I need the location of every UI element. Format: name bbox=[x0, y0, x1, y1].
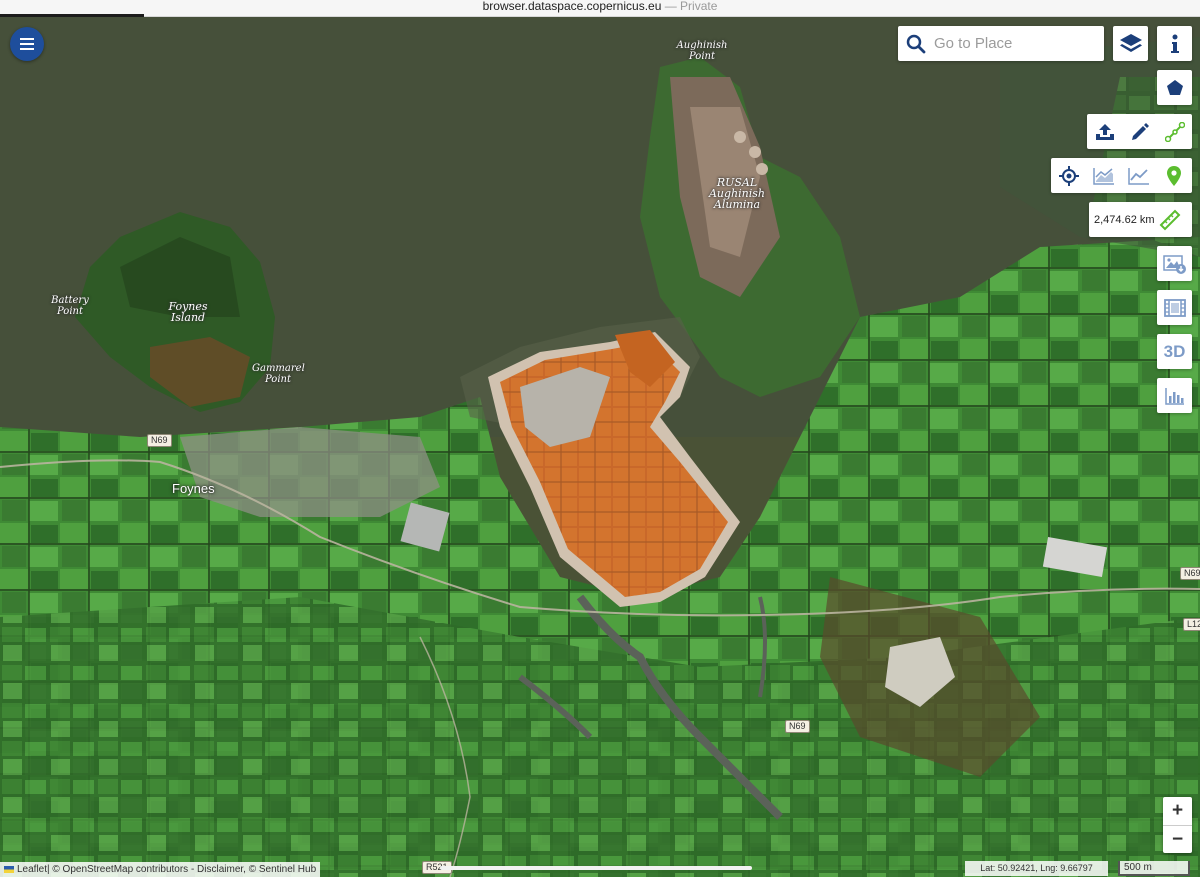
search-icon bbox=[906, 34, 926, 53]
url-text: browser.dataspace.copernicus.eu bbox=[482, 0, 662, 13]
menu-button[interactable] bbox=[10, 27, 44, 61]
layers-icon bbox=[1119, 33, 1142, 52]
elevation-profile-button[interactable] bbox=[1086, 158, 1121, 193]
label-aughinish-point: Aughinish Point bbox=[676, 40, 728, 62]
aoi-tools-group bbox=[1087, 114, 1192, 149]
line-icon bbox=[1164, 121, 1185, 142]
3d-button[interactable]: 3D bbox=[1157, 334, 1192, 369]
satellite-imagery bbox=[0, 17, 1200, 877]
map-attribution: Leaflet | © OpenStreetMap contributors -… bbox=[0, 862, 321, 877]
aoi-button[interactable] bbox=[1157, 70, 1192, 105]
road-shield-n69: N69 bbox=[1180, 567, 1200, 580]
poi-tools-group bbox=[1051, 158, 1192, 193]
upload-button[interactable] bbox=[1087, 114, 1122, 149]
measure-tool[interactable]: 2,474.62 km bbox=[1089, 202, 1192, 237]
attribution-text[interactable]: | © OpenStreetMap contributors - Disclai… bbox=[47, 862, 316, 877]
line-button[interactable] bbox=[1157, 114, 1192, 149]
histogram-icon bbox=[1164, 387, 1184, 405]
menu-icon bbox=[20, 38, 34, 50]
browser-bar: browser.dataspace.copernicus.eu — Privat… bbox=[0, 0, 1200, 17]
pencil-icon bbox=[1131, 122, 1149, 140]
road-shield-n69: N69 bbox=[785, 720, 810, 733]
ukraine-flag-icon bbox=[4, 866, 14, 873]
histogram-button[interactable] bbox=[1157, 378, 1192, 413]
statistics-chart-button[interactable] bbox=[1121, 158, 1156, 193]
timelapse-button[interactable] bbox=[1157, 290, 1192, 325]
label-rusal-aughinish: RUSAL Aughinish Alumina bbox=[708, 176, 765, 211]
label-foynes-island: Foynes Island bbox=[168, 300, 208, 324]
label-gammarel-point: Gammarel Point bbox=[252, 363, 305, 385]
url-separator: — bbox=[661, 0, 681, 13]
private-mode-label: Private bbox=[680, 0, 718, 13]
info-button[interactable] bbox=[1157, 26, 1192, 61]
elevation-icon bbox=[1092, 167, 1114, 185]
crosshair-icon bbox=[1058, 165, 1079, 186]
road-shield-n69: N69 bbox=[147, 434, 172, 447]
upload-icon bbox=[1095, 123, 1114, 140]
image-download-icon bbox=[1162, 254, 1186, 274]
edit-button[interactable] bbox=[1122, 114, 1157, 149]
zoom-out-button[interactable]: − bbox=[1163, 825, 1192, 853]
label-battery-point: Battery Point bbox=[51, 295, 89, 317]
place-pin-button[interactable] bbox=[1156, 158, 1191, 193]
pentagon-icon bbox=[1166, 80, 1183, 95]
image-download-button[interactable] bbox=[1157, 246, 1192, 281]
info-icon bbox=[1170, 34, 1179, 53]
ruler-icon bbox=[1159, 209, 1181, 230]
measured-distance: 2,474.62 km bbox=[1094, 213, 1155, 226]
go-to-place-search[interactable] bbox=[898, 26, 1104, 61]
map-pin-icon bbox=[1166, 165, 1181, 186]
road-shield-l12: L12 bbox=[1183, 618, 1200, 631]
layers-button[interactable] bbox=[1113, 26, 1148, 61]
zoom-in-button[interactable]: + bbox=[1163, 797, 1192, 825]
zoom-control: + − bbox=[1163, 797, 1192, 853]
film-icon bbox=[1163, 298, 1186, 317]
leaflet-link[interactable]: Leaflet bbox=[17, 862, 47, 877]
cursor-coordinates: Lat: 50.92421, Lng: 9.66797 bbox=[965, 861, 1108, 876]
browser-address[interactable]: browser.dataspace.copernicus.eu — Privat… bbox=[0, 0, 1200, 12]
timeline-bar[interactable] bbox=[440, 866, 752, 870]
chart-icon bbox=[1127, 167, 1149, 185]
scale-bar: 500 m bbox=[1118, 861, 1190, 876]
label-foynes-town: Foynes bbox=[172, 481, 215, 496]
search-input[interactable] bbox=[934, 35, 1094, 52]
poi-button[interactable] bbox=[1051, 158, 1086, 193]
map-canvas[interactable]: Aughinish Point RUSAL Aughinish Alumina … bbox=[0, 17, 1200, 877]
